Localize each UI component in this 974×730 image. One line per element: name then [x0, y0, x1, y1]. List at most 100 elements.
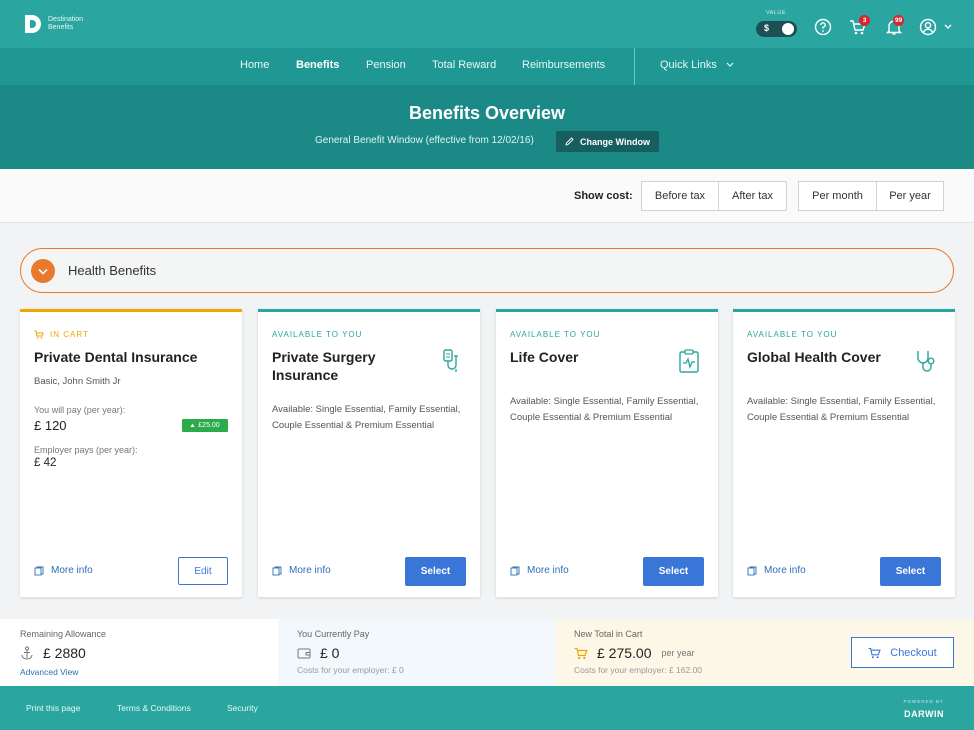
current-pay-value: £ 0 [297, 645, 339, 661]
card-status-label: IN CART [50, 330, 89, 339]
card-title: Life Cover [510, 349, 579, 365]
more-info-link[interactable]: More info [747, 565, 806, 576]
benefit-window-label: General Benefit Window (effective from 1… [315, 135, 534, 146]
document-icon [34, 566, 44, 575]
card-title-line-2: Insurance [272, 367, 339, 383]
security-link[interactable]: Security [227, 703, 258, 713]
saving-badge-label: £25.00 [198, 422, 220, 429]
before-tax-button[interactable]: Before tax [641, 181, 719, 211]
new-total-label: New Total in Cart [574, 629, 643, 639]
cost-toolbar: Show cost: Before tax After tax Per mont… [0, 169, 974, 223]
toggle-knob [782, 23, 794, 35]
drip-icon [443, 349, 458, 372]
checkout-button[interactable]: Checkout [851, 637, 954, 668]
currency-symbol: $ [764, 23, 770, 33]
cart-icon [574, 647, 588, 659]
change-window-button[interactable]: Change Window [556, 131, 659, 152]
you-pay-value: £ 120 [34, 418, 67, 433]
value-toggle[interactable]: $ [756, 21, 797, 37]
collapse-toggle[interactable] [31, 259, 55, 283]
heart-monitor-icon [679, 349, 699, 373]
card-description: Available: Single Essential, Family Esse… [510, 396, 699, 423]
section-title: Health Benefits [68, 263, 157, 278]
anchor-icon [21, 646, 33, 660]
document-icon [510, 566, 520, 575]
remaining-allowance-label: Remaining Allowance [20, 629, 107, 639]
nav-quick-links[interactable]: Quick Links [660, 59, 734, 71]
footer: Print this page Terms & Conditions Secur… [0, 686, 974, 730]
employer-pays-value: £ 42 [34, 457, 57, 469]
arrow-up-icon [190, 423, 195, 427]
health-benefits-accordion[interactable]: Health Benefits [20, 248, 954, 293]
page-title: Benefits Overview [408, 103, 566, 123]
more-info-label: More info [527, 565, 569, 576]
remaining-allowance-panel: Remaining Allowance £ 2880 Advanced View [0, 619, 278, 686]
current-pay-amount: £ 0 [320, 645, 340, 661]
user-menu[interactable] [919, 18, 955, 36]
wallet-icon [297, 648, 311, 659]
card-detail: Basic, John Smith Jr [34, 376, 121, 387]
nav-divider [634, 48, 635, 85]
nav-reimbursements[interactable]: Reimbursements [522, 59, 605, 71]
select-button[interactable]: Select [643, 557, 704, 586]
card-description: Available: Single Essential, Family Esse… [272, 404, 461, 431]
per-month-button[interactable]: Per month [798, 181, 877, 211]
logo-line-2: Benefits [48, 24, 74, 31]
edit-button[interactable]: Edit [178, 557, 228, 585]
stethoscope-icon [917, 351, 935, 372]
more-info-link[interactable]: More info [510, 565, 569, 576]
card-status: IN CART [34, 330, 89, 339]
help-icon[interactable] [814, 18, 832, 36]
more-info-label: More info [51, 565, 93, 576]
checkout-label: Checkout [890, 646, 937, 659]
advanced-view-link[interactable]: Advanced View [20, 667, 78, 677]
new-total-value: £ 275.00 per year [574, 645, 695, 661]
cart-icon [868, 647, 882, 658]
card-status: AVAILABLE TO YOU [510, 330, 601, 339]
select-button[interactable]: Select [880, 557, 941, 586]
brand-logo[interactable]: Destination Benefits [24, 14, 83, 34]
card-title: Global Health Cover [747, 349, 881, 365]
card-title: Private Surgery Insurance [272, 348, 376, 384]
document-icon [272, 566, 282, 575]
after-tax-button[interactable]: After tax [718, 181, 787, 211]
more-info-label: More info [289, 565, 331, 576]
per-year-button[interactable]: Per year [876, 181, 944, 211]
quick-links-label: Quick Links [660, 59, 717, 71]
remaining-allowance-amount: £ 2880 [43, 645, 86, 661]
more-info-label: More info [764, 565, 806, 576]
more-info-link[interactable]: More info [272, 565, 331, 576]
logo-line-1: Destination [48, 16, 84, 23]
current-pay-label: You Currently Pay [297, 629, 370, 639]
nav-total-reward[interactable]: Total Reward [432, 59, 496, 71]
change-window-label: Change Window [580, 136, 650, 147]
saving-badge: £25.00 [182, 419, 228, 432]
terms-link[interactable]: Terms & Conditions [117, 703, 191, 713]
print-page-link[interactable]: Print this page [26, 703, 80, 713]
new-total-amount: £ 275.00 [597, 645, 652, 661]
nav-pension[interactable]: Pension [366, 59, 406, 71]
page-header: Benefits Overview General Benefit Window… [0, 85, 974, 169]
employer-pays-label: Employer pays (per year): [34, 445, 138, 455]
nav-benefits[interactable]: Benefits [296, 59, 339, 71]
cart-count-badge: 3 [859, 15, 870, 26]
logo-mark-icon [25, 15, 41, 33]
chevron-down-icon [38, 268, 48, 275]
you-pay-label: You will pay (per year): [34, 405, 126, 415]
select-button[interactable]: Select [405, 557, 466, 586]
benefit-card-dental: IN CART Private Dental Insurance Basic, … [20, 309, 242, 597]
nav-home[interactable]: Home [240, 59, 269, 71]
cart-button[interactable]: 3 [849, 15, 870, 36]
benefit-card-life-cover: AVAILABLE TO YOU Life Cover Available: S… [496, 309, 718, 597]
more-info-link[interactable]: More info [34, 565, 93, 576]
benefit-card-private-surgery: AVAILABLE TO YOU Private Surgery Insuran… [258, 309, 480, 597]
user-avatar-icon [919, 18, 937, 36]
card-title: Private Dental Insurance [34, 349, 198, 365]
notifications-button[interactable]: 99 [885, 15, 905, 36]
document-icon [747, 566, 757, 575]
main-nav: Home Benefits Pension Total Reward Reimb… [0, 48, 974, 85]
card-title-line-1: Private Surgery [272, 349, 376, 365]
benefit-card-global-health: AVAILABLE TO YOU Global Health Cover Ava… [733, 309, 955, 597]
chevron-down-icon [944, 24, 952, 29]
new-total-period: per year [661, 648, 695, 658]
